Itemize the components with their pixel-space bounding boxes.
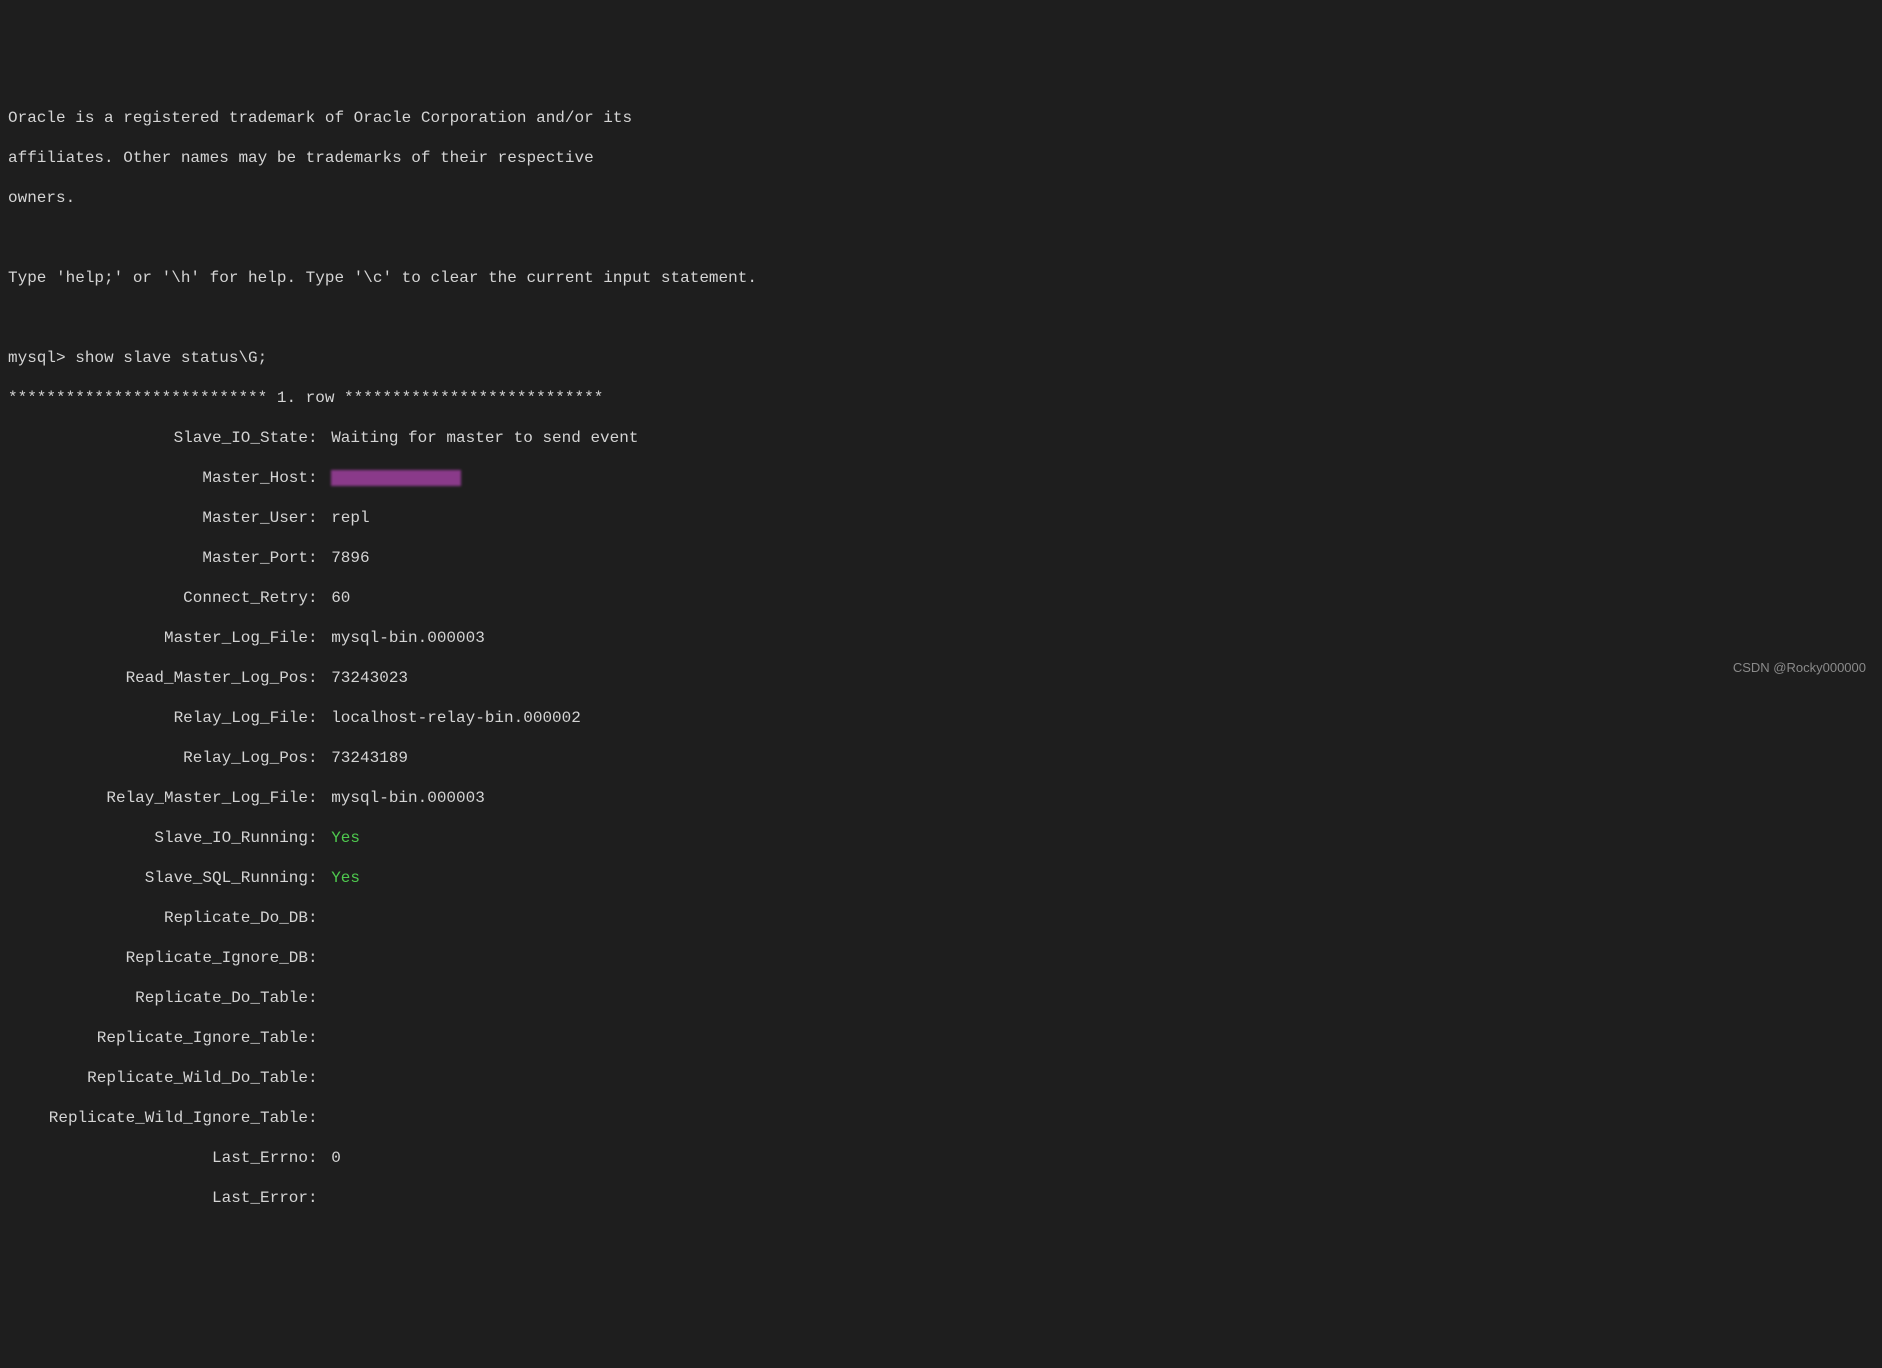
status-row-replicate-ignore-db: Replicate_Ignore_DB: — [8, 948, 1874, 968]
status-key: Relay_Log_Pos — [8, 748, 308, 768]
status-row-relay-log-pos: Relay_Log_Pos: 73243189 — [8, 748, 1874, 768]
status-key: Replicate_Wild_Ignore_Table — [8, 1108, 308, 1128]
status-value: mysql-bin.000003 — [331, 788, 485, 808]
status-value: 60 — [331, 588, 350, 608]
status-row-slave-io-state: Slave_IO_State: Waiting for master to se… — [8, 428, 1874, 448]
status-row-slave-io-running: Slave_IO_Running: Yes — [8, 828, 1874, 848]
status-key: Last_Errno — [8, 1148, 308, 1168]
status-value: repl — [331, 508, 369, 528]
status-value: Yes — [331, 868, 360, 888]
status-row-master-port: Master_Port: 7896 — [8, 548, 1874, 568]
status-row-replicate-do-table: Replicate_Do_Table: — [8, 988, 1874, 1008]
status-key: Master_Host — [8, 468, 308, 488]
status-key: Replicate_Ignore_DB — [8, 948, 308, 968]
status-row-master-host: Master_Host: — [8, 468, 1874, 488]
status-key: Slave_SQL_Running — [8, 868, 308, 888]
status-row-replicate-wild-ignore-table: Replicate_Wild_Ignore_Table: — [8, 1108, 1874, 1128]
status-key: Slave_IO_Running — [8, 828, 308, 848]
status-key: Replicate_Do_DB — [8, 908, 308, 928]
status-key: Replicate_Do_Table — [8, 988, 308, 1008]
status-row-slave-sql-running: Slave_SQL_Running: Yes — [8, 868, 1874, 888]
status-key: Replicate_Ignore_Table — [8, 1028, 308, 1048]
status-row-last-error: Last_Error: — [8, 1188, 1874, 1208]
watermark: CSDN @Rocky000000 — [1733, 660, 1866, 676]
help-line: Type 'help;' or '\h' for help. Type '\c'… — [8, 268, 1874, 288]
status-key: Last_Error — [8, 1188, 308, 1208]
status-key: Replicate_Wild_Do_Table — [8, 1068, 308, 1088]
trademark-line-3: owners. — [8, 188, 1874, 208]
status-key: Relay_Log_File — [8, 708, 308, 728]
status-row-last-errno: Last_Errno: 0 — [8, 1148, 1874, 1168]
status-row-relay-log-file: Relay_Log_File: localhost-relay-bin.0000… — [8, 708, 1874, 728]
status-key: Relay_Master_Log_File — [8, 788, 308, 808]
status-row-read-master-log-pos: Read_Master_Log_Pos: 73243023 — [8, 668, 1874, 688]
blank-line — [8, 228, 1874, 248]
status-key: Master_Port — [8, 548, 308, 568]
status-value: 73243023 — [331, 668, 408, 688]
row-header: *************************** 1. row *****… — [8, 388, 1874, 408]
status-row-replicate-wild-do-table: Replicate_Wild_Do_Table: — [8, 1068, 1874, 1088]
status-row-replicate-ignore-table: Replicate_Ignore_Table: — [8, 1028, 1874, 1048]
status-value: 73243189 — [331, 748, 408, 768]
status-row-relay-master-log-file: Relay_Master_Log_File: mysql-bin.000003 — [8, 788, 1874, 808]
status-key: Master_User — [8, 508, 308, 528]
blank-line — [8, 308, 1874, 328]
status-value: mysql-bin.000003 — [331, 628, 485, 648]
prompt-line: mysql> show slave status\G; — [8, 348, 1874, 368]
status-key: Slave_IO_State — [8, 428, 308, 448]
trademark-line-2: affiliates. Other names may be trademark… — [8, 148, 1874, 168]
status-value: 0 — [331, 1148, 341, 1168]
status-row-connect-retry: Connect_Retry: 60 — [8, 588, 1874, 608]
status-value-redacted — [331, 468, 461, 488]
status-value: 7896 — [331, 548, 369, 568]
status-row-master-log-file: Master_Log_File: mysql-bin.000003 — [8, 628, 1874, 648]
status-key: Connect_Retry — [8, 588, 308, 608]
status-value: Waiting for master to send event — [331, 428, 638, 448]
status-value: Yes — [331, 828, 360, 848]
terminal-output[interactable]: Oracle is a registered trademark of Orac… — [8, 88, 1874, 1228]
status-row-replicate-do-db: Replicate_Do_DB: — [8, 908, 1874, 928]
status-key: Master_Log_File — [8, 628, 308, 648]
status-value: localhost-relay-bin.000002 — [331, 708, 581, 728]
status-key: Read_Master_Log_Pos — [8, 668, 308, 688]
redacted-block — [331, 470, 461, 486]
status-row-master-user: Master_User: repl — [8, 508, 1874, 528]
trademark-line-1: Oracle is a registered trademark of Orac… — [8, 108, 1874, 128]
